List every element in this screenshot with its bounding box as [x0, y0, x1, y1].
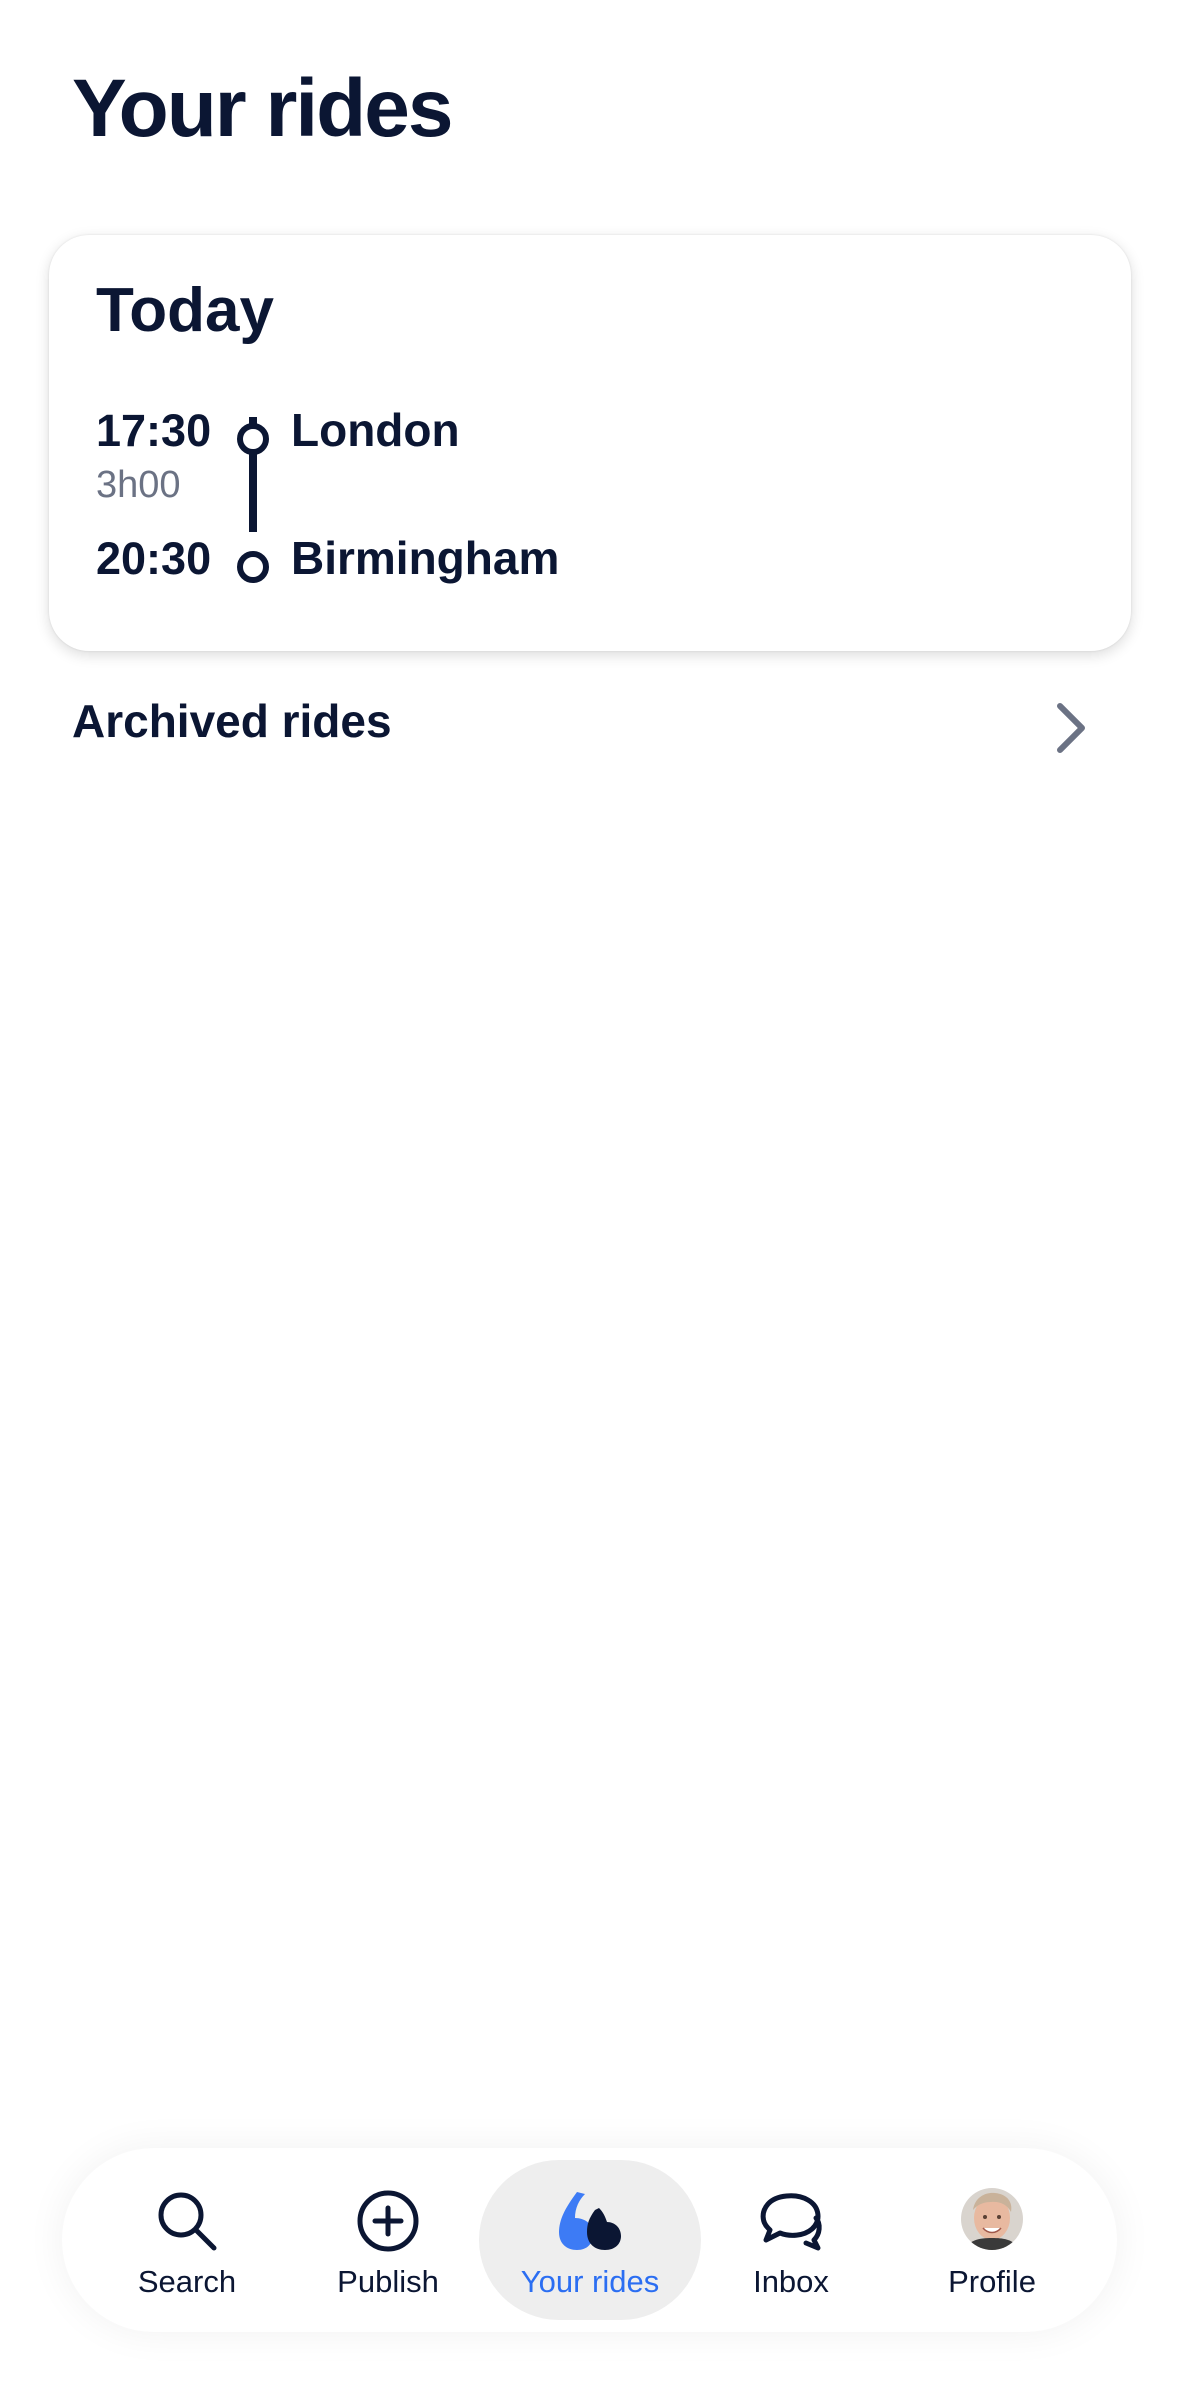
ride-card[interactable]: Today 17:30 3h00 20:30 London Birmingham [49, 235, 1131, 651]
departure-time: 17:30 [96, 405, 212, 456]
tab-profile-label: Profile [948, 2264, 1036, 2299]
bottom-tab-bar: Search Publish Your rides Inbox Profile [62, 2148, 1117, 2332]
plus-circle-icon [355, 2188, 421, 2259]
destination-city: Birmingham [291, 532, 560, 584]
origin-city: London [291, 404, 460, 456]
search-icon [154, 2188, 220, 2259]
chevron-right-icon [1050, 698, 1090, 763]
tab-publish-label: Publish [337, 2264, 439, 2299]
origin-dot [237, 423, 269, 455]
tab-search[interactable]: Search [87, 2148, 287, 2332]
ride-duration: 3h00 [96, 464, 181, 506]
destination-dot [237, 551, 269, 583]
tab-inbox[interactable]: Inbox [691, 2148, 891, 2332]
chat-bubbles-icon [758, 2188, 824, 2259]
rides-icon [555, 2188, 625, 2259]
archived-rides-link[interactable]: Archived rides [0, 680, 1179, 770]
ride-date-heading: Today [96, 276, 274, 345]
tab-search-label: Search [137, 2264, 237, 2299]
avatar [961, 2188, 1023, 2250]
archived-rides-label: Archived rides [72, 695, 392, 747]
tab-inbox-label: Inbox [753, 2264, 829, 2299]
page-title: Your rides [72, 63, 453, 154]
tab-profile[interactable]: Profile [892, 2148, 1092, 2332]
tab-your-rides-label: Your rides [520, 2264, 660, 2299]
tab-your-rides[interactable]: Your rides [479, 2160, 701, 2320]
arrival-time: 20:30 [96, 533, 212, 584]
tab-publish[interactable]: Publish [288, 2148, 488, 2332]
